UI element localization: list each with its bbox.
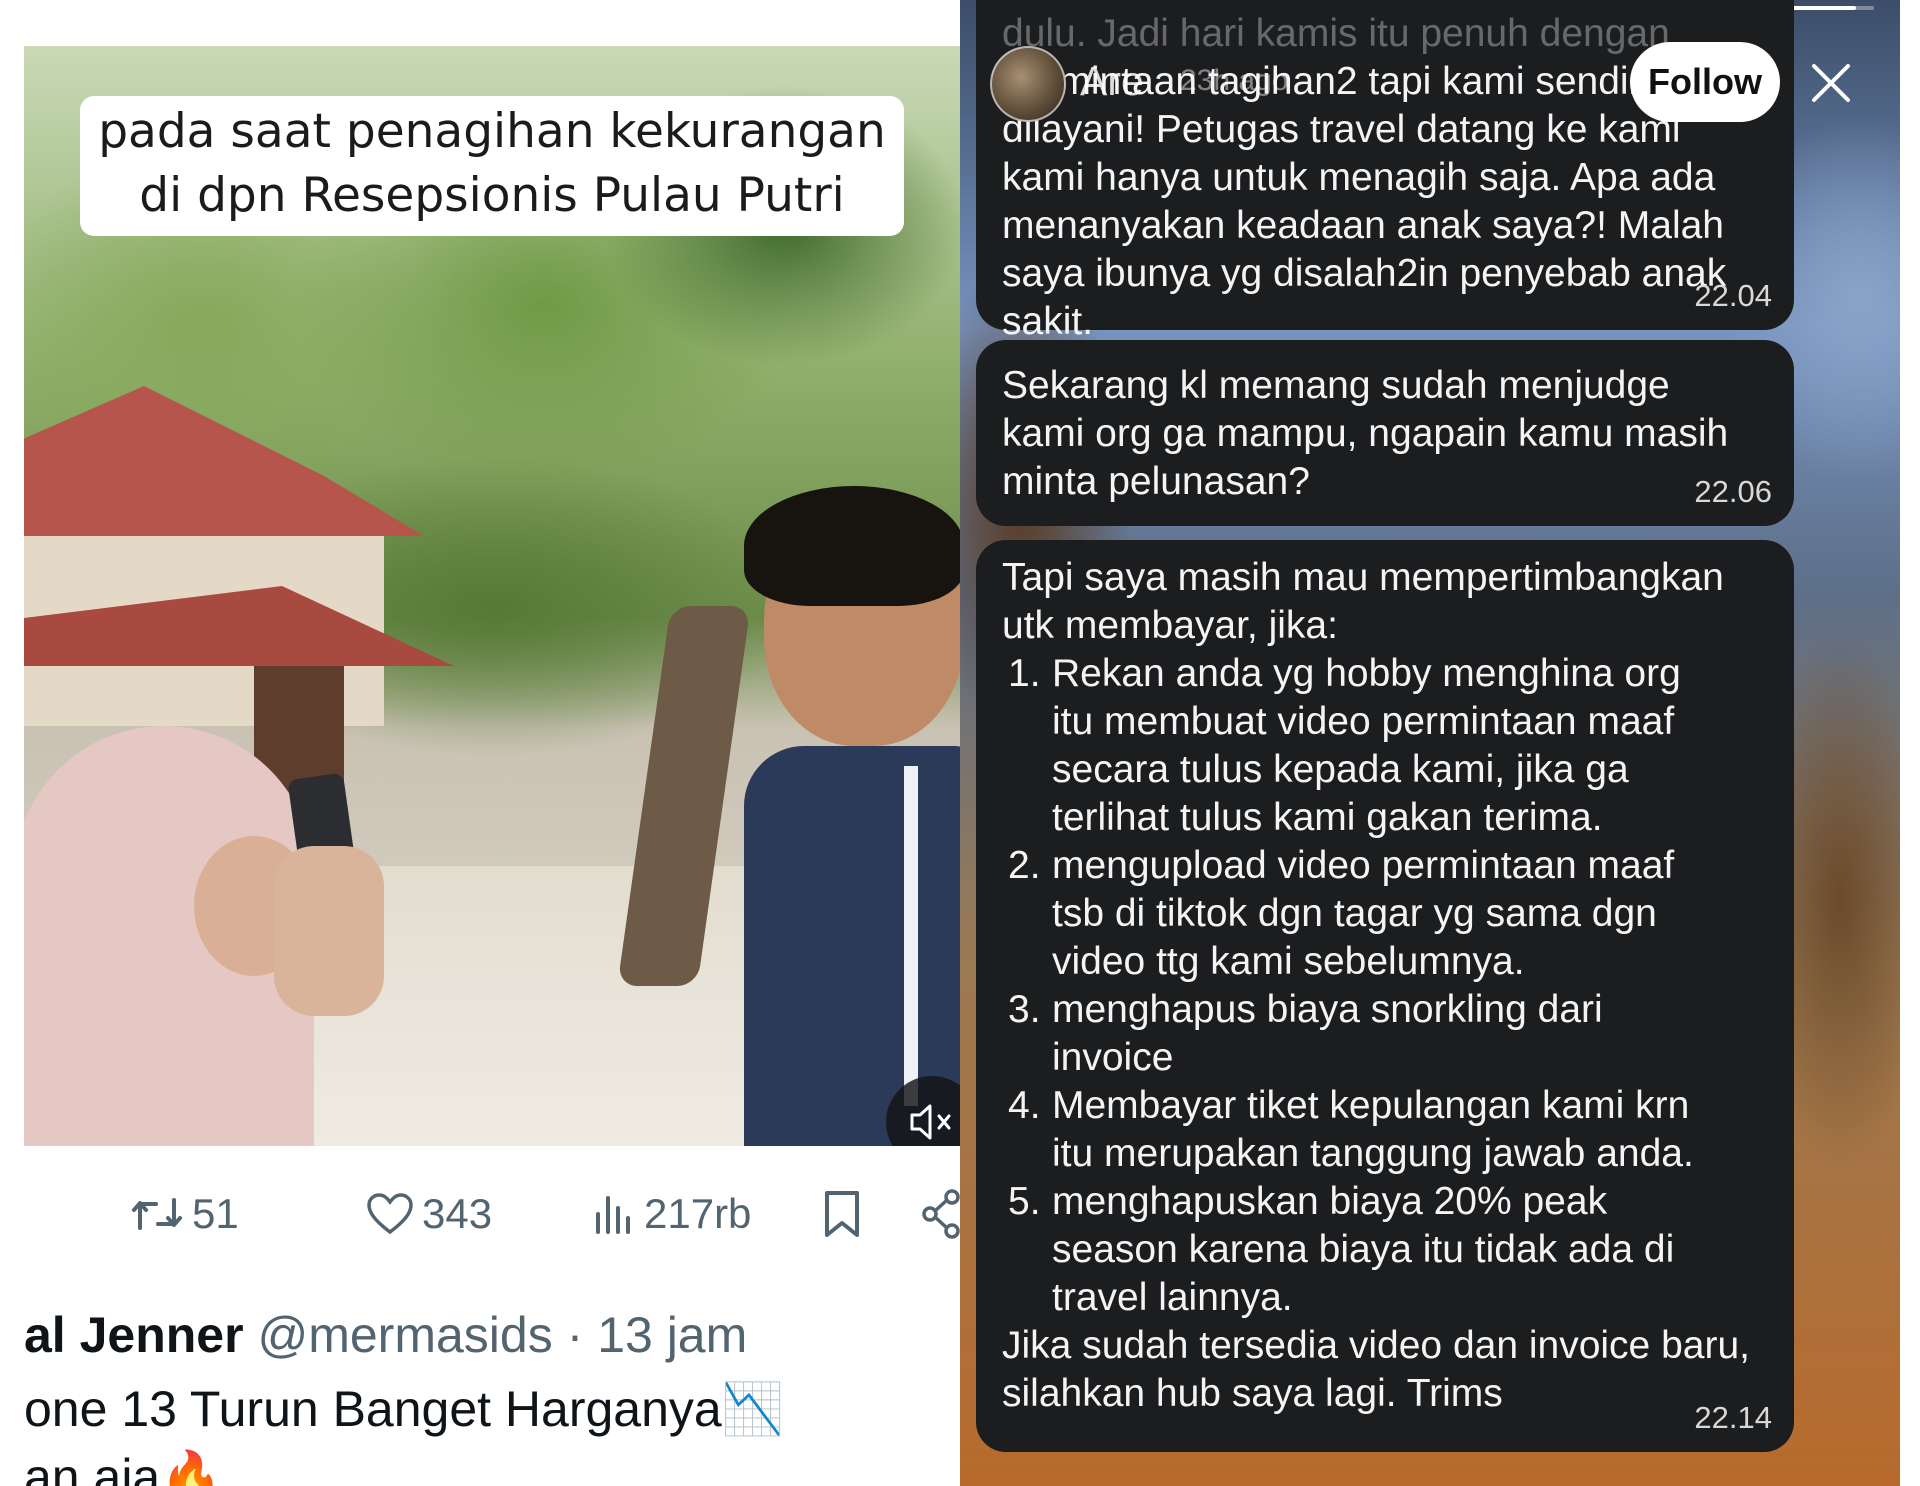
- page-margin: [1900, 0, 1920, 1486]
- chat-line: Sekarang kl memang sudah menjudge: [1002, 364, 1670, 407]
- list-item-line: secara tulus kepada kami, jika ga: [1052, 748, 1629, 791]
- video-scene-roof: [24, 386, 424, 536]
- video-caption: pada saat penagihan kekurangan di dpn Re…: [80, 96, 904, 236]
- like-count: 343: [422, 1190, 493, 1237]
- close-button[interactable]: [1808, 60, 1854, 106]
- video-caption-line: pada saat penagihan kekurangan: [98, 104, 886, 159]
- share-icon: [922, 1189, 960, 1239]
- bookmark-icon: [825, 1191, 859, 1237]
- chat-line: minta pelunasan?: [1002, 460, 1310, 503]
- video-person-boy-hair: [744, 486, 960, 606]
- conditions-list: 1. Rekan anda yg hobby menghina org itu …: [1002, 650, 1770, 1322]
- video-shirt-stripe: [904, 766, 918, 1106]
- chat-line: Jika sudah tersedia video dan invoice ba…: [1002, 1324, 1750, 1367]
- chat-bubble: Sekarang kl memang sudah menjudge kami o…: [976, 340, 1794, 526]
- bookmark-button[interactable]: [822, 1186, 862, 1242]
- list-number: 5.: [1008, 1180, 1041, 1223]
- video-caption-line: di dpn Resepsionis Pulau Putri: [139, 168, 845, 223]
- chat-timestamp: 22.14: [1694, 1400, 1772, 1435]
- list-item: 4. Membayar tiket kepulangan kami krn it…: [1008, 1082, 1770, 1178]
- next-tweet-text-line2: an aja🔥: [24, 1449, 223, 1486]
- retweet-icon: [132, 1198, 182, 1230]
- close-icon: [1812, 64, 1850, 102]
- chat-line: silahkan hub saya lagi. Trims: [1002, 1372, 1503, 1415]
- share-button[interactable]: [920, 1186, 960, 1242]
- chat-line: menanyakan keadaan anak saya?! Malah: [1002, 204, 1724, 247]
- chat-line: saya ibunya yg disalah2in penyebab anak: [1002, 252, 1727, 295]
- list-item-line: menghapus biaya snorkling dari: [1052, 988, 1603, 1031]
- heart-icon: [367, 1193, 413, 1235]
- like-button[interactable]: 343: [366, 1186, 492, 1242]
- list-item-line: itu merupakan tanggung jawab anda.: [1052, 1132, 1694, 1175]
- avatar[interactable]: [990, 46, 1066, 122]
- list-item-line: season karena biaya itu tidak ada di: [1052, 1228, 1675, 1271]
- story-viewer: dulu. Jadi hari kamis itu penuh dengan p…: [960, 0, 1900, 1486]
- list-item-line: invoice: [1052, 1036, 1174, 1079]
- list-item-line: video ttg kami sebelumnya.: [1052, 940, 1525, 983]
- tweet-time[interactable]: 13 jam: [597, 1307, 747, 1363]
- author-handle[interactable]: @mermasids: [257, 1307, 552, 1363]
- video-player[interactable]: pada saat penagihan kekurangan di dpn Re…: [24, 46, 960, 1146]
- story-header: Are 23h ago Follow: [960, 0, 1900, 160]
- tweet-panel: pada saat penagihan kekurangan di dpn Re…: [0, 0, 960, 1486]
- follow-button[interactable]: Follow: [1630, 42, 1780, 122]
- list-item: 1. Rekan anda yg hobby menghina org itu …: [1008, 650, 1770, 842]
- list-number: 3.: [1008, 988, 1041, 1031]
- views-button[interactable]: 217rb: [592, 1186, 751, 1242]
- list-item-line: itu membuat video permintaan maaf: [1052, 700, 1675, 743]
- author-name[interactable]: al Jenner: [24, 1307, 244, 1363]
- list-item-line: Rekan anda yg hobby menghina org: [1052, 652, 1681, 695]
- chat-line: kami hanya untuk menagih saja. Apa ada: [1002, 156, 1716, 199]
- list-number: 4.: [1008, 1084, 1041, 1127]
- list-item-line: terlihat tulus kami gakan terima.: [1052, 796, 1603, 839]
- chat-line: sakit.: [1002, 300, 1094, 343]
- chat-bubble: Tapi saya masih mau mempertimbangkan utk…: [976, 540, 1794, 1452]
- video-person-hand: [274, 846, 384, 1016]
- list-item-line: menghapuskan biaya 20% peak: [1052, 1180, 1608, 1223]
- list-item-line: Membayar tiket kepulangan kami krn: [1052, 1084, 1690, 1127]
- view-count: 217rb: [644, 1190, 752, 1237]
- chat-line: kami org ga mampu, ngapain kamu masih: [1002, 412, 1729, 455]
- list-item: 5. menghapuskan biaya 20% peak season ka…: [1008, 1178, 1770, 1322]
- chat-line: Tapi saya masih mau mempertimbangkan: [1002, 556, 1724, 599]
- chat-line: utk membayar, jika:: [1002, 604, 1338, 647]
- next-tweet-text: one 13 Turun Banget Harganya📉: [24, 1381, 784, 1437]
- header-separator: ·: [566, 1307, 584, 1363]
- list-number: 2.: [1008, 844, 1041, 887]
- list-item-line: travel lainnya.: [1052, 1276, 1293, 1319]
- chat-timestamp: 22.04: [1694, 278, 1772, 313]
- mute-icon: [910, 1104, 951, 1140]
- retweet-count: 51: [192, 1190, 239, 1237]
- chat-timestamp: 22.06: [1694, 474, 1772, 509]
- retweet-button[interactable]: 51: [130, 1186, 239, 1242]
- story-username[interactable]: Are: [1080, 58, 1144, 105]
- list-item: 2. mengupload video permintaan maaf tsb …: [1008, 842, 1770, 986]
- next-tweet-header: al Jenner @mermasids · 13 jam: [24, 1306, 747, 1364]
- list-item-line: mengupload video permintaan maaf: [1052, 844, 1675, 887]
- tweet-action-bar: 51 343 217rb: [0, 1180, 960, 1250]
- list-number: 1.: [1008, 652, 1041, 695]
- story-post-age: 23h ago: [1180, 64, 1289, 97]
- list-item: 3. menghapus biaya snorkling dari invoic…: [1008, 986, 1770, 1082]
- list-item-line: tsb di tiktok dgn tagar yg sama dgn: [1052, 892, 1657, 935]
- views-icon: [596, 1196, 630, 1234]
